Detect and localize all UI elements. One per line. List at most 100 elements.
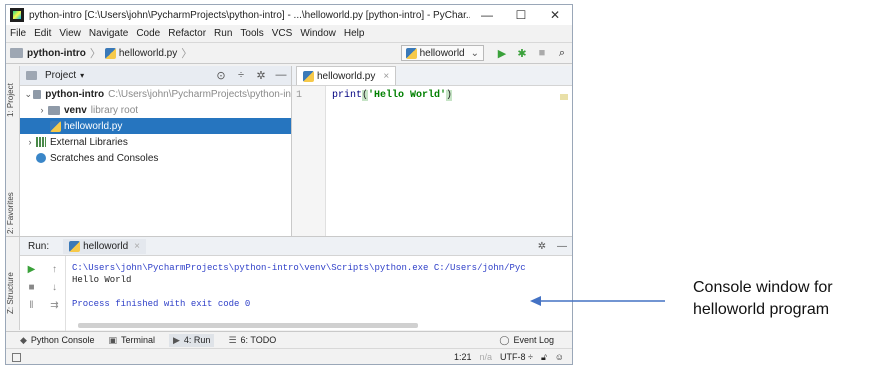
folder-icon — [48, 105, 60, 115]
gear-icon[interactable]: ✲ — [251, 69, 271, 82]
code-area[interactable]: print('Hello World') — [326, 86, 572, 236]
left-tool-strip-lower: Z: Structure — [6, 237, 20, 330]
menu-file[interactable]: File — [10, 28, 26, 39]
tab-label: Python Console — [30, 335, 95, 345]
title-bar: python-intro [C:\Users\john\PycharmProje… — [6, 5, 572, 25]
menu-refactor[interactable]: Refactor — [168, 28, 206, 39]
breadcrumb-separator-icon: 〉 — [89, 48, 101, 60]
run-tool-window: Z: Structure Run: helloworld × ✲ — ▶ ↑ ■… — [6, 236, 572, 331]
run-configuration-label: helloworld — [419, 47, 465, 59]
python-file-icon — [104, 47, 116, 59]
tab-todo[interactable]: ☰ 6: TODO — [228, 335, 276, 346]
lock-icon[interactable]: 🔓︎ — [541, 352, 547, 363]
python-file-icon — [50, 120, 61, 132]
status-bar: 1:21 n/a UTF-8 ÷ 🔓︎ ☺︎ — [6, 348, 572, 364]
run-content: Run: helloworld × ✲ — ▶ ↑ ■ ↓ ‖ ⇉ C:\Use… — [20, 237, 572, 331]
close-icon[interactable]: × — [383, 71, 389, 82]
menu-window[interactable]: Window — [300, 28, 336, 39]
collapse-all-icon[interactable]: ÷ — [231, 69, 251, 82]
tree-item-project-root[interactable]: ⌄ python-intro C:\Users\john\PycharmProj… — [20, 86, 291, 102]
line-separator-status[interactable]: n/a — [480, 352, 493, 362]
python-file-icon — [303, 70, 314, 82]
soft-wrap-icon[interactable]: ⇉ — [50, 300, 58, 311]
debug-bug-icon[interactable]: ✱ — [512, 47, 532, 60]
menu-navigate[interactable]: Navigate — [89, 28, 128, 39]
maximize-button[interactable]: ☐ — [504, 8, 538, 22]
python-file-icon — [69, 240, 81, 252]
python-console-icon: ◆ — [20, 334, 27, 345]
search-icon[interactable]: ⌕ — [552, 47, 572, 60]
pause-icon[interactable]: ‖ — [29, 300, 33, 311]
structure-tool-tab[interactable]: Z: Structure — [6, 265, 20, 321]
close-icon[interactable]: × — [134, 241, 140, 252]
editor-panel: helloworld.py × 1 print('Hello World') — [292, 66, 572, 236]
window-title: python-intro [C:\Users\john\PycharmProje… — [29, 9, 470, 21]
pycharm-logo-icon — [10, 8, 24, 22]
tree-item-detail: library root — [90, 104, 139, 116]
main-area: 1: Project 2: Favorites Project ▾ ⊙ ÷ ✲ … — [6, 66, 572, 236]
menu-view[interactable]: View — [59, 28, 81, 39]
library-icon — [36, 137, 46, 147]
tree-item-helloworld[interactable]: helloworld.py — [20, 118, 291, 134]
tree-item-venv[interactable]: › venv library root — [20, 102, 291, 118]
breadcrumb-file[interactable]: helloworld.py — [119, 48, 177, 59]
navigation-bar: python-intro 〉 helloworld.py 〉 helloworl… — [6, 42, 572, 64]
file-encoding[interactable]: UTF-8 ÷ — [500, 352, 533, 362]
rerun-icon[interactable]: ▶ — [28, 264, 36, 275]
run-play-icon[interactable]: ▶ — [492, 47, 512, 60]
project-view-icon — [26, 71, 37, 80]
tab-run[interactable]: ▶ 4: Run — [169, 333, 215, 347]
annotation-line-2: helloworld program — [693, 301, 830, 318]
editor-tab-helloworld[interactable]: helloworld.py × — [296, 66, 397, 85]
scroll-up-icon[interactable]: ↑ — [52, 264, 57, 275]
tab-event-log[interactable]: ◯ Event Log — [499, 335, 554, 346]
stop-icon[interactable]: ■ — [532, 47, 552, 59]
menu-edit[interactable]: Edit — [34, 28, 51, 39]
tool-windows-toggle-icon[interactable] — [12, 352, 21, 362]
run-tab-label: helloworld — [83, 240, 129, 252]
menu-vcs[interactable]: VCS — [272, 28, 293, 39]
breadcrumb-project[interactable]: python-intro — [27, 48, 86, 59]
tree-item-label: venv — [64, 104, 87, 116]
tab-label: Terminal — [120, 335, 155, 345]
inspector-icon[interactable]: ☺︎ — [555, 352, 564, 362]
tree-item-label: helloworld.py — [64, 120, 123, 132]
run-play-icon: ▶ — [173, 334, 180, 345]
breadcrumb-separator-icon: 〉 — [181, 48, 193, 60]
tab-terminal[interactable]: ▣ Terminal — [108, 335, 155, 346]
stop-icon[interactable]: ■ — [28, 282, 34, 293]
run-header: Run: helloworld × ✲ — — [20, 237, 572, 256]
project-view-select[interactable]: Project — [45, 70, 76, 81]
gear-icon[interactable]: ✲ — [532, 241, 552, 252]
hide-panel-icon[interactable]: — — [552, 241, 572, 252]
console-command-line: C:\Users\john\PycharmProjects\python-int… — [72, 263, 526, 273]
tab-python-console[interactable]: ◆ Python Console — [20, 335, 94, 346]
event-log-icon: ◯ — [499, 334, 510, 345]
close-button[interactable]: ✕ — [538, 8, 572, 22]
run-tab-helloworld[interactable]: helloworld × — [63, 238, 146, 254]
menu-run[interactable]: Run — [214, 28, 232, 39]
tree-item-path: C:\Users\john\PycharmProjects\python-in — [108, 88, 291, 100]
menu-code[interactable]: Code — [136, 28, 160, 39]
minimize-button[interactable]: — — [470, 8, 504, 22]
menu-help[interactable]: Help — [344, 28, 365, 39]
console-output[interactable]: C:\Users\john\PycharmProjects\python-int… — [66, 256, 572, 331]
scroll-down-icon[interactable]: ↓ — [52, 282, 57, 293]
favorites-tool-tab[interactable]: 2: Favorites — [6, 188, 20, 238]
locate-target-icon[interactable]: ⊙ — [211, 69, 231, 82]
todo-list-icon: ☰ — [228, 334, 237, 345]
menu-tools[interactable]: Tools — [240, 28, 263, 39]
tree-item-external-libraries[interactable]: › External Libraries — [20, 134, 291, 150]
editor-tab-label: helloworld.py — [317, 70, 376, 82]
bottom-tool-tabs: ◆ Python Console ▣ Terminal ▶ 4: Run ☰ 6… — [6, 331, 572, 348]
console-horizontal-scrollbar[interactable] — [78, 323, 418, 328]
editor-body: 1 print('Hello World') — [292, 86, 572, 236]
caret-position[interactable]: 1:21 — [454, 352, 472, 362]
tree-item-scratches[interactable]: Scratches and Consoles — [20, 150, 291, 166]
annotation-label: Console window for helloworld program — [693, 277, 833, 321]
hide-panel-icon[interactable]: — — [271, 69, 291, 82]
project-tool-tab[interactable]: 1: Project — [6, 70, 20, 130]
toolbar-right: helloworld ⌄ ▶ ✱ ■ ⌕ — [400, 45, 572, 61]
tree-item-label: Scratches and Consoles — [50, 152, 159, 164]
run-configuration-select[interactable]: helloworld ⌄ — [400, 45, 484, 61]
